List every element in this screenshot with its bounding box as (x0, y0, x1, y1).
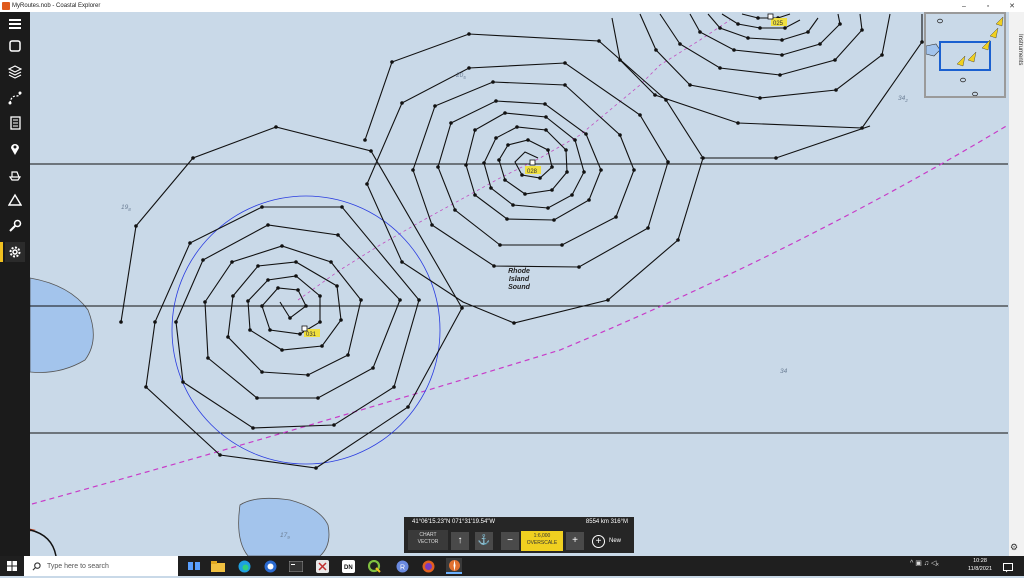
clock-date: 11/8/2021 (967, 566, 993, 572)
route-line (297, 19, 731, 301)
edge-icon[interactable] (236, 558, 252, 574)
scale-mode: OVERSCALE (526, 540, 558, 546)
maximize-button[interactable]: ▫ (976, 3, 1000, 10)
zoom-in-button[interactable]: + (566, 532, 584, 550)
svg-text:025: 025 (773, 21, 784, 27)
coastal-explorer-icon[interactable] (446, 558, 462, 574)
terminal-icon[interactable] (288, 558, 304, 574)
spiral-pattern-right (611, 13, 923, 159)
title-bar: MyRoutes.nob - Coastal Explorer – ▫ ✕ (0, 0, 1024, 12)
nautical-chart[interactable]: Rhode Island Sound 198 205 342 34 179 02… (30, 12, 1024, 556)
search-icon (32, 561, 41, 570)
wrench-icon[interactable] (5, 216, 25, 236)
depth-sounding: 34 (780, 368, 788, 375)
taskbar-search-input[interactable]: Type here to search (24, 556, 178, 576)
svg-text:R: R (400, 564, 405, 571)
overview-map[interactable] (924, 12, 1006, 98)
app-dn-icon[interactable]: DN (340, 558, 356, 574)
gear-icon[interactable]: ⚙ (1010, 542, 1018, 553)
start-button[interactable] (0, 556, 24, 576)
left-toolbar (0, 12, 30, 556)
depth-sounding: 342 (898, 95, 908, 103)
search-placeholder: Type here to search (47, 562, 109, 570)
security-icon[interactable] (262, 558, 278, 574)
spiral-pattern-left (120, 126, 463, 469)
photos-icon[interactable] (314, 558, 330, 574)
status-panel: 41°06'15.23"N 071°31'19.54"W 8554 km 316… (404, 517, 634, 553)
place-label-line: Rhode (508, 268, 530, 275)
chart-type-value: VECTOR (417, 539, 439, 545)
settings-icon[interactable] (0, 242, 25, 262)
layers-window-icon[interactable] (5, 36, 25, 56)
instruments-label: Instruments (1017, 34, 1023, 66)
marker-icon[interactable] (5, 139, 25, 159)
clock-time: 10:28 (973, 558, 987, 564)
new-label: New (609, 538, 622, 544)
place-label-line: Island (509, 276, 530, 283)
waypoint-marker[interactable] (767, 13, 774, 20)
taskbar: Type here to search DN R ^ ▣ ♫ ◁ₓ 10:28 … (0, 556, 1024, 576)
system-tray[interactable]: ^ ▣ ♫ ◁ₓ (910, 559, 939, 567)
waypoint-dots (119, 16, 924, 470)
land-mass (238, 497, 330, 556)
waypoint-marker[interactable] (301, 325, 308, 332)
new-button[interactable]: + New (592, 532, 630, 550)
depth-sounding: 205 (455, 72, 466, 80)
scale-value: 1:6,000 (533, 533, 551, 539)
close-button[interactable]: ✕ (1000, 2, 1024, 10)
menu-icon[interactable] (5, 14, 25, 34)
spiral-pattern-middle (364, 33, 704, 324)
instruments-tab[interactable]: Instruments (1009, 12, 1024, 556)
plus-icon: + (592, 534, 605, 548)
svg-text:028: 028 (527, 169, 538, 175)
app-logo-icon (2, 2, 10, 10)
chart-scale[interactable]: 1:6,000 OVERSCALE (521, 531, 563, 551)
range-bearing: 8554 km 316°M (585, 519, 628, 525)
windows-icon (7, 561, 17, 571)
triangle-icon[interactable] (5, 190, 25, 210)
waypoint-label-025[interactable]: 025 (771, 18, 787, 27)
place-label-line: Sound (508, 284, 530, 291)
window-title: MyRoutes.nob - Coastal Explorer (12, 3, 101, 9)
waypoint-label-028[interactable]: 028 (525, 166, 541, 175)
route-icon[interactable] (5, 88, 25, 108)
chart-type-title: CHART (419, 532, 437, 538)
depth-sounding: 198 (121, 204, 131, 212)
scale-arc (30, 529, 57, 556)
task-view-icon[interactable] (186, 558, 202, 574)
land-mass (30, 277, 94, 373)
north-up-button[interactable]: ↑ (451, 532, 469, 550)
vessel-icon[interactable] (5, 165, 25, 185)
taskbar-clock[interactable]: 10:28 11/8/2021 (962, 557, 998, 573)
minimize-button[interactable]: – (952, 3, 976, 10)
app-r-icon[interactable]: R (394, 558, 410, 574)
qgis-icon[interactable] (366, 558, 382, 574)
boundary-line (31, 124, 1009, 505)
cursor-coordinates: 41°06'15.23"N 071°31'19.54"W (412, 519, 496, 525)
logbook-icon[interactable] (5, 113, 25, 133)
layers-icon[interactable] (5, 62, 25, 82)
firefox-icon[interactable] (420, 558, 436, 574)
waypoint-marker[interactable] (529, 159, 536, 166)
zoom-out-button[interactable]: − (501, 532, 519, 550)
boat-mode-button[interactable]: ⚓ (475, 532, 493, 550)
file-explorer-icon[interactable] (210, 558, 226, 574)
notifications-icon[interactable] (1003, 560, 1013, 573)
svg-text:031: 031 (306, 332, 317, 338)
svg-text:DN: DN (344, 565, 353, 571)
chart-type-button[interactable]: CHART VECTOR (408, 530, 448, 550)
